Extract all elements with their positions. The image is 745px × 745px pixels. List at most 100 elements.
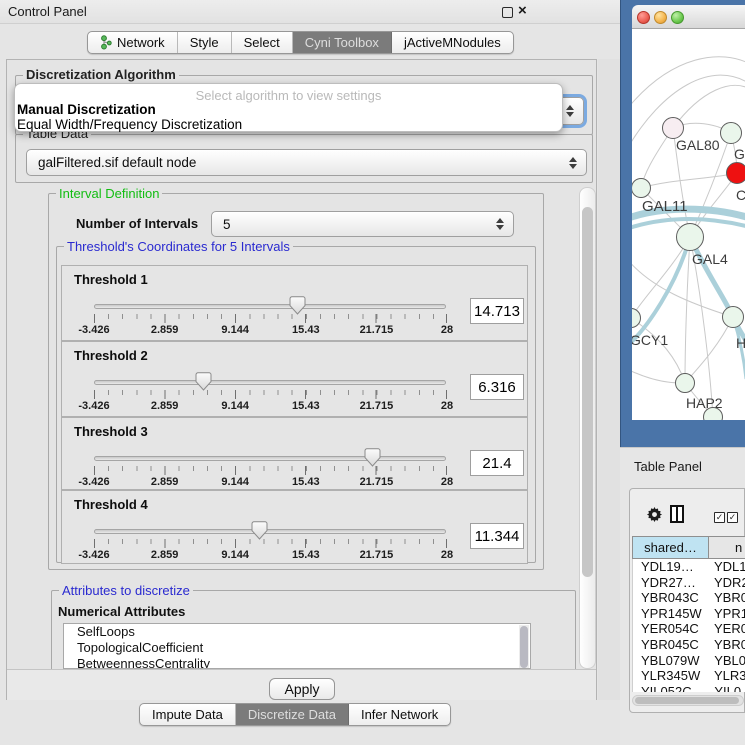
- popup-option-manual[interactable]: Manual Discretization: [17, 102, 156, 117]
- tick-label: 15.43: [292, 476, 320, 488]
- threshold-4-slider-track[interactable]: [94, 529, 446, 534]
- threshold-4-label: Threshold 4: [74, 497, 148, 512]
- network-node[interactable]: [722, 306, 744, 328]
- network-window: GAL80GACGAL11GAL4GCY1HHAP2: [632, 5, 745, 420]
- list-item[interactable]: BetweennessCentrality: [64, 656, 530, 669]
- table-row[interactable]: YDL19… YDL1: [633, 559, 745, 575]
- threshold-2-slider-track[interactable]: [94, 380, 446, 385]
- network-node[interactable]: [726, 162, 745, 184]
- node-label: GA: [734, 146, 745, 162]
- close-traffic-light-icon[interactable]: [637, 11, 650, 24]
- combo-stepper-icon: [566, 105, 574, 117]
- tab-discretize-data[interactable]: Discretize Data: [236, 704, 349, 725]
- tick-label: 15.43: [292, 549, 320, 561]
- threshold-2-label: Threshold 2: [74, 348, 148, 363]
- threshold-2-value-field[interactable]: 6.316: [470, 374, 524, 400]
- num-intervals-label: Number of Intervals: [76, 216, 198, 231]
- zoom-traffic-light-icon[interactable]: [671, 11, 684, 24]
- attributes-group-title: Attributes to discretize: [59, 583, 193, 598]
- table-row[interactable]: YDR27… YDR2: [633, 575, 745, 591]
- popup-option-equal-width[interactable]: Equal Width/Frequency Discretization: [17, 117, 242, 132]
- apply-button[interactable]: Apply: [269, 678, 335, 700]
- split-columns-icon[interactable]: [670, 505, 684, 523]
- threshold-1-value-field[interactable]: 14.713: [470, 298, 524, 324]
- table-row[interactable]: YBL079W YBL0: [633, 653, 745, 669]
- network-canvas[interactable]: GAL80GACGAL11GAL4GCY1HHAP2: [632, 29, 745, 420]
- threshold-2-slider-thumb[interactable]: [195, 372, 212, 391]
- cell-name: YPR1: [709, 606, 745, 622]
- thresholds-group-title: Threshold's Coordinates for 5 Intervals: [64, 239, 293, 254]
- threshold-1-slider-track[interactable]: [94, 304, 446, 309]
- tab-style[interactable]: Style: [178, 32, 232, 53]
- num-intervals-combobox[interactable]: 5: [211, 211, 514, 237]
- tick-label: 28: [441, 324, 453, 336]
- table-row[interactable]: YPR145W YPR1: [633, 606, 745, 622]
- threshold-3-label: Threshold 3: [74, 424, 148, 439]
- tick-label: 9.144: [221, 476, 249, 488]
- node-label: GAL11: [642, 198, 688, 215]
- threshold-4-value-field[interactable]: 11.344: [470, 523, 524, 549]
- list-scrollbar[interactable]: [519, 625, 529, 669]
- threshold-3-value-field[interactable]: 21.4: [470, 450, 524, 476]
- network-node[interactable]: [675, 373, 695, 393]
- table-row[interactable]: YBR043C YBR0: [633, 590, 745, 606]
- threshold-1-slider-thumb[interactable]: [289, 296, 306, 315]
- tab-network[interactable]: Network: [88, 32, 178, 53]
- list-item[interactable]: TopologicalCoefficient: [64, 640, 530, 656]
- column-header-shared[interactable]: shared…: [632, 536, 709, 559]
- numerical-attributes-label: Numerical Attributes: [58, 604, 185, 619]
- cell-shared-name: YIL052C: [633, 684, 709, 692]
- threshold-panel-2: Threshold 2 -3.4262.8599.14415.4321.7152…: [61, 341, 528, 417]
- node-label: C: [736, 187, 745, 203]
- slider-tick-labels: -3.4262.8599.14415.4321.71528: [94, 549, 447, 561]
- table-rows: YDL19… YDL1 YDR27… YDR2 YBR043C YBR0: [632, 559, 745, 692]
- table-row[interactable]: YIL052C YIL0: [633, 684, 745, 692]
- table-row[interactable]: YLR345W YLR3: [633, 668, 745, 684]
- gear-icon[interactable]: [647, 507, 662, 522]
- scrollbar-thumb[interactable]: [635, 697, 739, 704]
- checkbox-icon[interactable]: ✓: [727, 512, 738, 523]
- float-window-icon[interactable]: [502, 7, 513, 18]
- tab-jactivemnodules-label: jActiveMNodules: [404, 35, 501, 50]
- cell-name: YBR0: [709, 590, 745, 606]
- network-node[interactable]: [676, 223, 704, 251]
- threshold-4-slider-thumb[interactable]: [251, 521, 268, 540]
- apply-row: Apply: [7, 669, 596, 700]
- network-node[interactable]: [632, 178, 651, 198]
- network-window-titlebar[interactable]: [632, 5, 745, 29]
- close-icon[interactable]: ×: [518, 2, 527, 19]
- table-row[interactable]: YBR045C YBR0: [633, 637, 745, 653]
- tab-infer-network-label: Infer Network: [361, 707, 438, 722]
- tick-label: 21.715: [360, 476, 394, 488]
- cell-name: YDR2: [709, 575, 745, 591]
- table-horizontal-scrollbar[interactable]: [632, 695, 744, 706]
- tab-impute-data[interactable]: Impute Data: [140, 704, 236, 725]
- app-root: Control Panel × Network Style Select Cyn…: [0, 0, 745, 745]
- tick-label: 28: [441, 549, 453, 561]
- cell-name: YLR3: [709, 668, 745, 684]
- tab-cyni-toolbox[interactable]: Cyni Toolbox: [293, 32, 392, 53]
- table-row[interactable]: YER054C YER0: [633, 621, 745, 637]
- network-node[interactable]: [720, 122, 742, 144]
- threshold-3-slider-track[interactable]: [94, 456, 446, 461]
- tab-jactivemnodules[interactable]: jActiveMNodules: [392, 32, 513, 53]
- content-scrollbar[interactable]: [579, 187, 596, 669]
- numerical-attributes-list[interactable]: SelfLoopsTopologicalCoefficientBetweenne…: [63, 623, 531, 669]
- minimize-traffic-light-icon[interactable]: [654, 11, 667, 24]
- scrollbar-thumb[interactable]: [582, 207, 593, 577]
- tab-infer-network[interactable]: Infer Network: [349, 704, 450, 725]
- cell-shared-name: YLR345W: [633, 668, 709, 684]
- table-data-combobox[interactable]: galFiltered.sif default node: [26, 149, 587, 176]
- slider-tick-labels: -3.4262.8599.14415.4321.71528: [94, 400, 447, 412]
- network-node[interactable]: [662, 117, 684, 139]
- tab-select[interactable]: Select: [232, 32, 293, 53]
- column-header-name[interactable]: n: [709, 536, 745, 559]
- cyni-toolbox-content: Discretization Algorithm Select algorith…: [6, 59, 597, 700]
- threshold-3-slider-thumb[interactable]: [364, 448, 381, 467]
- tab-style-label: Style: [190, 35, 219, 50]
- tick-label: 28: [441, 400, 453, 412]
- list-item[interactable]: SelfLoops: [64, 624, 530, 640]
- checkbox-icon[interactable]: ✓: [714, 512, 725, 523]
- num-intervals-value: 5: [212, 217, 231, 232]
- tab-cyni-toolbox-label: Cyni Toolbox: [305, 35, 379, 50]
